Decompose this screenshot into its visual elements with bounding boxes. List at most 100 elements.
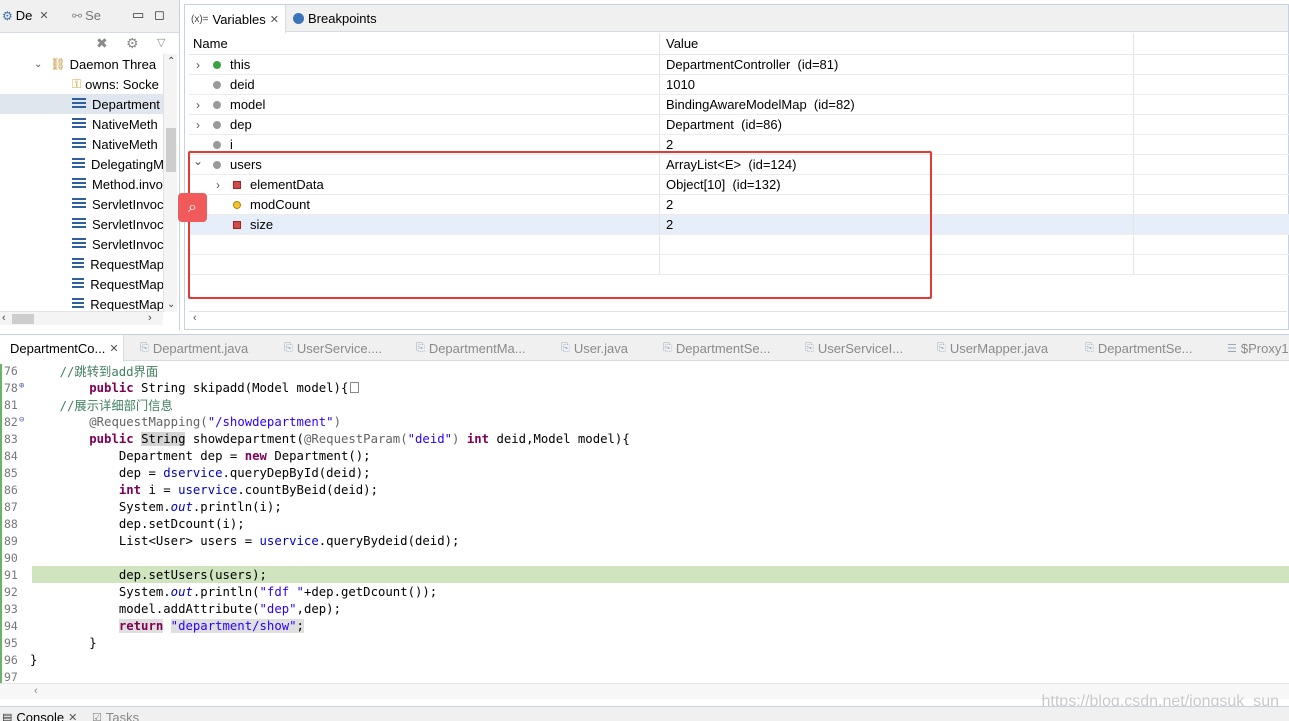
tab-console[interactable]: ▤ Console ✕: [2, 710, 77, 721]
tab-breakpoints[interactable]: Breakpoints: [287, 5, 383, 32]
editor-tab[interactable]: ⎘ DepartmentSe...: [1085, 335, 1192, 361]
line-number: 87: [0, 499, 30, 517]
stack-frame-label: DelegatingM: [91, 156, 164, 172]
stack-frame-row[interactable]: ⚿ owns: Socke: [0, 74, 164, 94]
variable-row[interactable]: › dep Department (id=86): [189, 115, 1289, 135]
variable-row[interactable]: i2: [189, 135, 1289, 155]
tab-variables-label: Variables: [212, 11, 266, 27]
variable-row[interactable]: › this DepartmentController (id=81): [189, 55, 1289, 75]
stack-horizontal-scrollbar[interactable]: ‹ ›: [0, 311, 163, 325]
editor-tab[interactable]: ⎘ UserServiceI...: [805, 335, 903, 361]
scroll-down-icon[interactable]: ⌄: [167, 299, 175, 310]
stack-frame-row[interactable]: Method.invo: [0, 174, 164, 194]
scrollbar-thumb[interactable]: [12, 314, 34, 324]
scrollbar-thumb[interactable]: [166, 128, 176, 172]
stack-frame-label: ServletInvoc: [92, 236, 164, 252]
java-file-icon: ⎘: [937, 341, 946, 354]
chevron-down-icon[interactable]: ⌄: [193, 154, 203, 168]
editor-tab[interactable]: ⎘ User.java: [561, 335, 628, 361]
chevron-right-icon[interactable]: ›: [193, 118, 203, 132]
public-variable-icon: [213, 61, 221, 69]
stack-frame-row[interactable]: RequestMap: [0, 254, 164, 274]
variable-row[interactable]: ⌄ users ArrayList<E> (id=124): [189, 154, 1289, 175]
scroll-left-icon[interactable]: ‹: [2, 312, 6, 324]
stack-frame-row[interactable]: ServletInvoc: [0, 214, 164, 234]
variable-row[interactable]: deid 1010: [189, 75, 1289, 95]
chevron-right-icon[interactable]: ›: [193, 58, 203, 72]
chevron-right-icon[interactable]: ›: [193, 98, 203, 112]
editor-tab[interactable]: ⎘ Department.java: [140, 335, 248, 361]
stack-frame-row[interactable]: ServletInvoc: [0, 194, 164, 214]
editor-tab-label: DepartmentCo...: [10, 341, 106, 356]
variable-row[interactable]: [189, 255, 1289, 275]
variable-name: i: [230, 137, 233, 152]
stack-frame-row[interactable]: RequestMap: [0, 294, 164, 312]
variables-horizontal-scrollbar[interactable]: ‹: [189, 311, 1287, 325]
remove-all-terminated-icon[interactable]: ✖: [96, 35, 108, 52]
variable-row[interactable]: › model BindingAwareModelMap (id=82): [189, 95, 1289, 115]
stack-frame-row[interactable]: Department: [0, 94, 164, 114]
code-text: Department dep = new Department();: [30, 447, 371, 464]
scroll-left-icon[interactable]: ‹: [193, 312, 197, 324]
tab-servers[interactable]: ⚯ Se: [72, 8, 101, 23]
tab-tasks[interactable]: ☑ Tasks: [92, 710, 139, 721]
show-threads-icon[interactable]: ⚙: [126, 35, 139, 52]
editor-tab[interactable]: ⎘ UserMapper.java: [937, 335, 1048, 361]
minimize-button[interactable]: ▭: [132, 7, 144, 23]
code-line: 95 }: [0, 634, 1289, 653]
tasks-icon: ☑: [92, 712, 102, 721]
variable-value: 2: [660, 135, 1134, 154]
close-icon[interactable]: ✕: [39, 9, 48, 22]
line-number: 95: [0, 635, 30, 653]
close-icon[interactable]: ✕: [109, 342, 118, 355]
code-token: .countByBeid(deid);: [237, 482, 378, 497]
maximize-button[interactable]: ◻: [154, 7, 165, 23]
view-menu-icon[interactable]: ▽: [157, 36, 165, 49]
stack-frame-icon: [72, 118, 86, 130]
editor-tab[interactable]: DepartmentCo... ✕: [0, 335, 124, 362]
chevron-right-icon[interactable]: ›: [213, 178, 223, 192]
code-text: //跳转到add界面: [30, 362, 159, 379]
code-text: public String showdepartment(@RequestPar…: [30, 430, 630, 447]
tab-variables[interactable]: (x)= Variables ✕: [185, 5, 286, 33]
variable-row[interactable]: modCount 2: [189, 195, 1289, 215]
code-area[interactable]: 76 //跳转到add界面 78 ⊕ public String skipadd(M…: [0, 362, 1289, 684]
fold-expand-icon[interactable]: ⊕: [19, 381, 24, 391]
search-icon[interactable]: ⌕: [178, 193, 207, 222]
code-token: model.addAttribute(: [30, 601, 260, 616]
close-icon[interactable]: ✕: [270, 13, 279, 26]
editor-tab-label: DepartmentSe...: [675, 340, 771, 356]
scroll-left-icon[interactable]: ‹: [34, 685, 38, 697]
editor-tab[interactable]: ⎘ DepartmentMa...: [416, 335, 526, 361]
stack-frame-row[interactable]: NativeMeth: [0, 114, 164, 134]
stack-frame-row[interactable]: RequestMap: [0, 274, 164, 294]
line-number: 83: [0, 431, 30, 449]
tab-debug[interactable]: ⚙ De ✕: [2, 8, 49, 23]
stack-frame-row[interactable]: ServletInvoc: [0, 234, 164, 254]
console-icon: ▤: [2, 712, 13, 721]
code-line: 92 System. out .println("fdf " +dep.getDcou…: [0, 583, 1289, 602]
code-token: new: [244, 448, 267, 463]
stack-frame-row[interactable]: NativeMeth: [0, 134, 164, 154]
column-header-name[interactable]: Name: [189, 33, 660, 54]
editor-tab[interactable]: ⎘ DepartmentSe...: [663, 335, 770, 361]
stack-frame-row[interactable]: DelegatingM: [0, 154, 164, 174]
chevron-down-icon[interactable]: ⌄: [34, 59, 42, 70]
stack-vertical-scrollbar[interactable]: ⌃ ⌄: [163, 54, 177, 312]
change-marker: [0, 533, 2, 551]
variable-row[interactable]: [189, 235, 1289, 255]
editor-tab-label: UserService....: [296, 340, 383, 356]
editor-tab[interactable]: ☰ $Proxy1: [1227, 335, 1289, 361]
editor-tab[interactable]: ⎘ UserService....: [284, 335, 382, 361]
thread-row[interactable]: ⌄ ⛓ Daemon Threa: [0, 54, 164, 74]
fold-collapse-icon[interactable]: ⊖: [19, 415, 24, 425]
code-line: 76 //跳转到add界面: [0, 362, 1289, 381]
scroll-right-icon[interactable]: ›: [148, 312, 152, 324]
variable-row[interactable]: size 2: [189, 215, 1289, 235]
close-icon[interactable]: ✕: [68, 711, 77, 721]
column-header-value[interactable]: Value: [660, 33, 1134, 54]
code-token: "dep": [259, 601, 297, 616]
scroll-up-icon[interactable]: ⌃: [167, 56, 175, 67]
collapsed-block-icon[interactable]: [350, 382, 360, 393]
variable-row[interactable]: › elementData Object[10] (id=132): [189, 175, 1289, 195]
